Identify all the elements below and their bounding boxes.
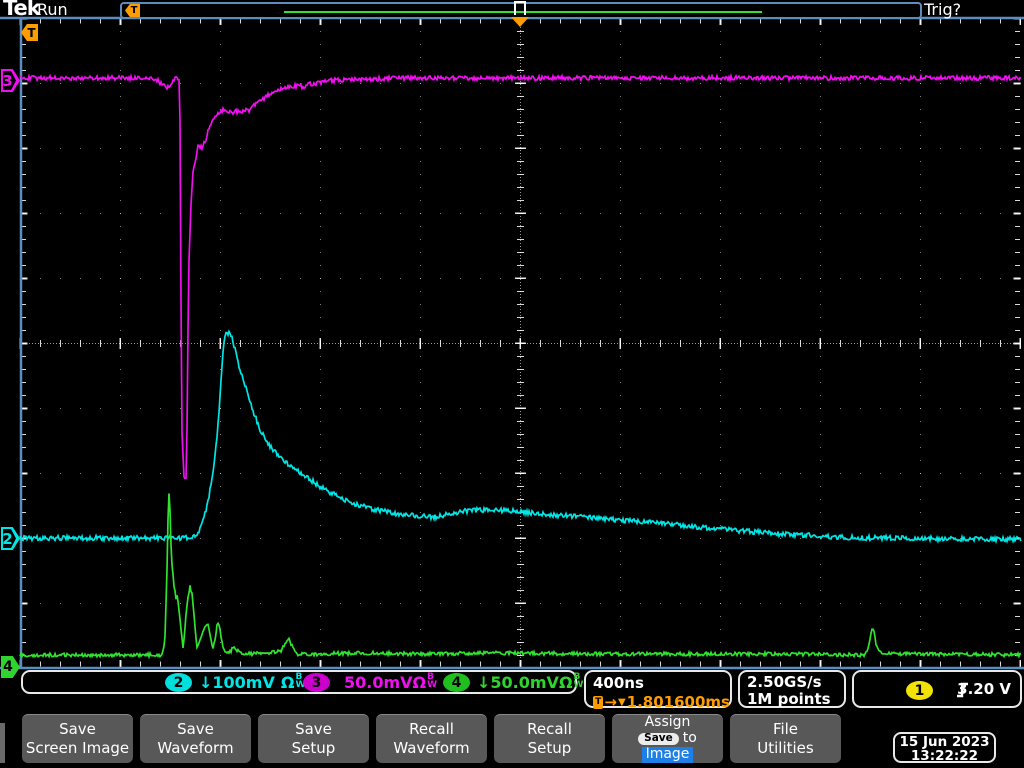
ch4-scale: ↓50.0mV [477, 673, 559, 692]
ch3-marker-label: 3 [2, 71, 13, 90]
bezel-notch [0, 723, 5, 763]
ch2-readout: 2 ↓100mV Ω BW [165, 673, 305, 692]
record-window-bracket-icon [514, 1, 526, 15]
trigger-level: 3.20 V [957, 680, 1011, 698]
arrow-icon: → [604, 693, 617, 711]
file-utilities-button[interactable]: File Utilities [730, 714, 841, 763]
horizontal-scale: 400ns [593, 674, 644, 692]
button-label: Utilities [757, 739, 814, 757]
button-label: Setup [527, 739, 572, 757]
ch2-marker-label: 2 [2, 529, 13, 548]
assign-save-button[interactable]: Assign Save to Image [612, 714, 723, 763]
button-label: Waveform [393, 739, 470, 757]
waveform-display [0, 16, 1024, 670]
ch2-badge: 2 [165, 673, 192, 692]
reference-marker-icon: ▼ [617, 696, 626, 708]
recall-setup-button[interactable]: Recall Setup [494, 714, 605, 763]
button-label: Recall [527, 720, 572, 739]
ch3-coupling: Ω [412, 673, 427, 692]
save-waveform-button[interactable]: Save Waveform [140, 714, 251, 763]
button-label: Save [177, 720, 214, 739]
ch3-badge: 3 [303, 673, 330, 692]
trigger-source-badge: 1 [906, 681, 933, 700]
trigger-status: Trig? [924, 0, 962, 19]
ch2-scale: ↓100mV [199, 673, 275, 692]
ch4-readout: 4 ↓50.0mV Ω BW [443, 673, 583, 692]
sample-rate: 2.50GS/s [747, 673, 822, 691]
time: 13:22:22 [910, 748, 979, 765]
button-label: to [682, 730, 697, 747]
save-setup-button[interactable]: Save Setup [258, 714, 369, 763]
waveform-ch4 [19, 493, 1022, 660]
ch4-badge: 4 [443, 673, 470, 692]
recall-waveform-button[interactable]: Recall Waveform [376, 714, 487, 763]
channel-readout-bar: 2 ↓100mV Ω BW 3 50.0mV Ω BW 4 ↓50.0mV Ω … [21, 670, 583, 694]
button-label: Waveform [157, 739, 234, 757]
assign-target-highlight: Image [641, 746, 694, 763]
delay-value: 1.801600ms [626, 693, 730, 711]
button-label: Screen Image [25, 739, 130, 757]
ch3-scale: 50.0mV [344, 673, 413, 692]
button-label: Save [59, 720, 96, 739]
tek-logo: Tek [3, 0, 41, 20]
button-label: Save [295, 720, 332, 739]
date: 15 Jun 2023 [899, 734, 990, 750]
save-key-icon: Save [638, 732, 679, 745]
trigger-t-icon: T [593, 695, 604, 709]
button-label: Assign [644, 714, 691, 731]
oscilloscope-screen: Tek Run Trig? T T 3 2 4 2 ↓100mV Ω BW 3 … [0, 0, 1024, 768]
acquisition-status: Run [37, 0, 68, 19]
trigger-readout: 1 3.20 V [852, 670, 1022, 708]
save-screen-image-button[interactable]: Save Screen Image [22, 714, 133, 763]
button-label: File [772, 720, 799, 739]
horizontal-readout: 400ns T → ▼ 1.801600ms [584, 670, 732, 711]
ch3-bandwidth-icon: BW [427, 671, 438, 690]
button-label-row: Save to [638, 730, 697, 747]
expansion-point-icon [511, 17, 529, 27]
delay-readout: T → ▼ 1.801600ms [593, 693, 730, 711]
record-length: 1M points [747, 690, 831, 709]
record-trigger-marker-icon: T [125, 4, 140, 17]
ch2-coupling: Ω [280, 673, 295, 692]
acquisition-readout: 2.50GS/s 1M points [738, 670, 846, 708]
button-label: Setup [291, 739, 336, 757]
ch3-readout: 3 50.0mV Ω BW [303, 673, 437, 692]
graticule [0, 16, 1024, 670]
ch4-bandwidth-icon: BW [573, 671, 584, 690]
datetime-display: 15 Jun 2023 13:22:22 [893, 732, 996, 763]
ch4-coupling: Ω [558, 673, 573, 692]
button-label: Recall [409, 720, 454, 739]
waveform-ch3 [19, 72, 1022, 480]
